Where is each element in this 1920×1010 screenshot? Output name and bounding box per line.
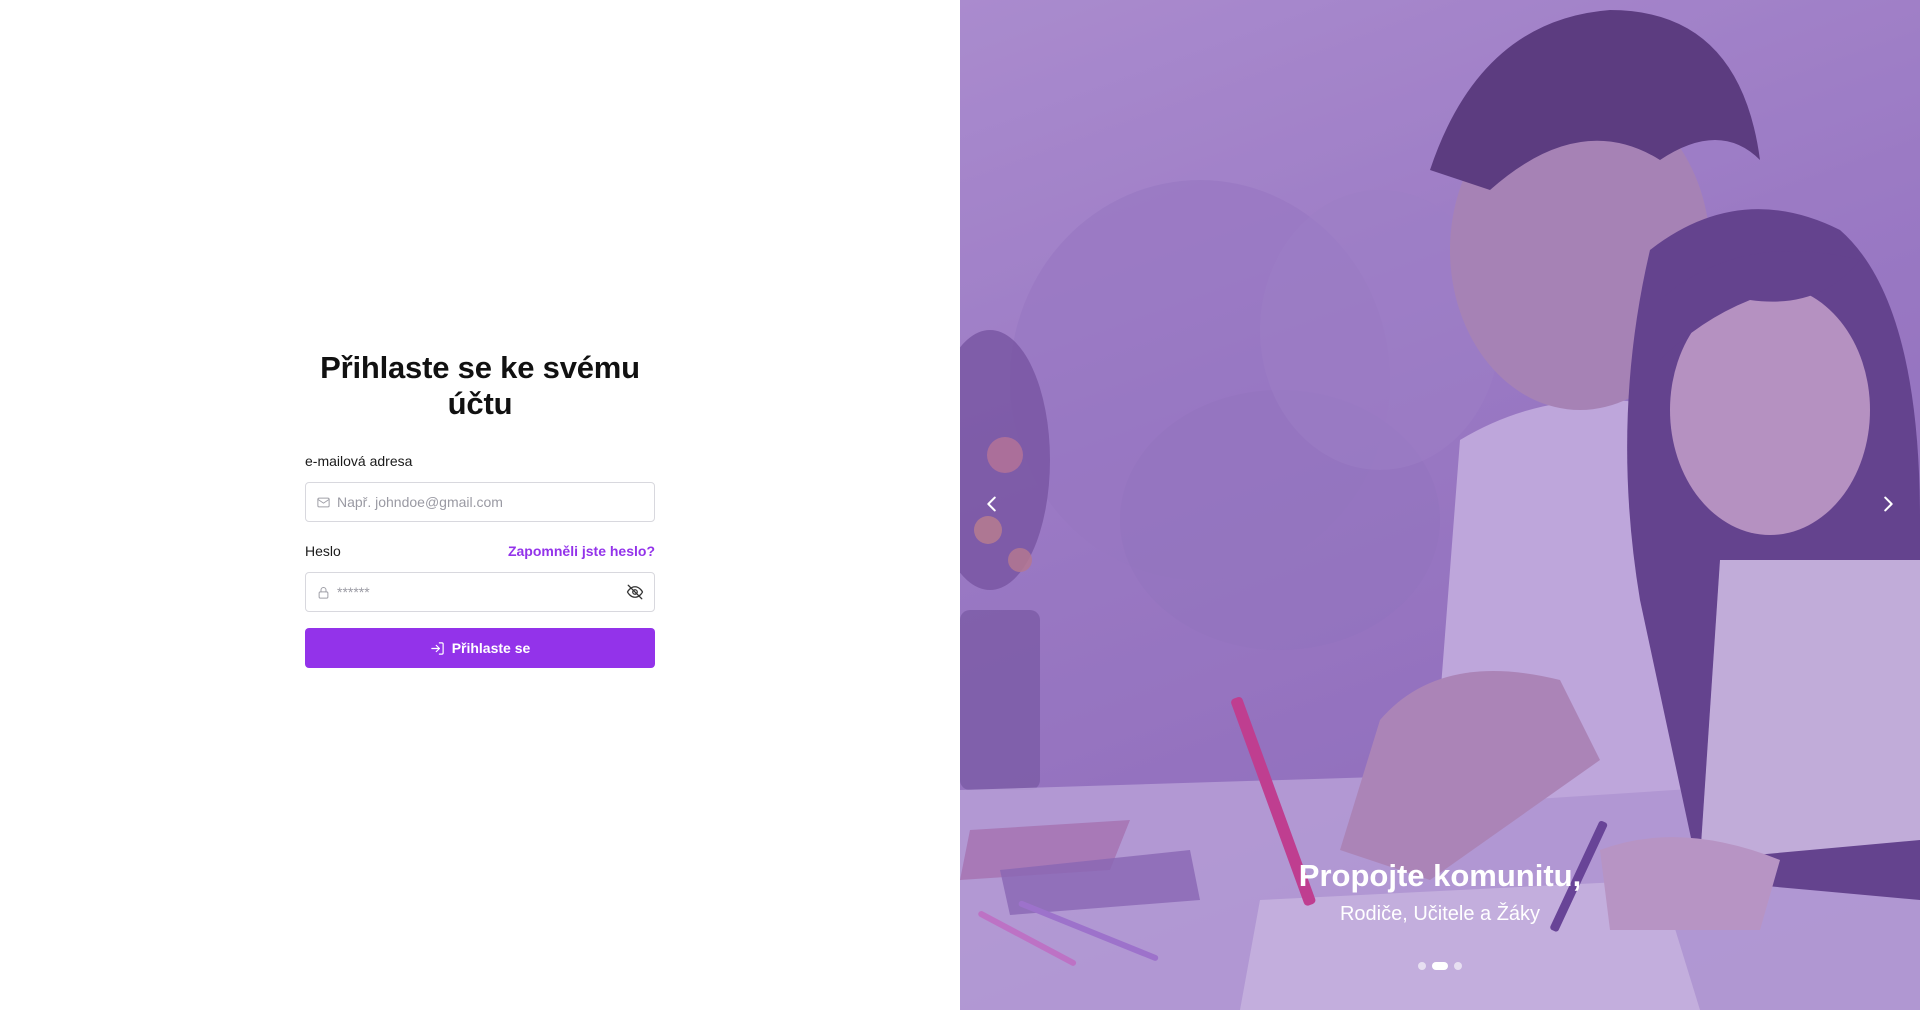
carousel-dot-2[interactable] [1432, 962, 1448, 970]
carousel-next-button[interactable] [1874, 490, 1902, 518]
login-button[interactable]: Přihlaste se [305, 628, 655, 668]
carousel-indicators [960, 962, 1920, 970]
login-form: Přihlaste se ke svému účtu e-mailová adr… [305, 350, 655, 668]
hero-carousel: Propojte komunitu, Rodiče, Učitele a Žák… [960, 0, 1920, 1010]
login-button-label: Přihlaste se [451, 640, 531, 656]
carousel-dot-3[interactable] [1454, 962, 1462, 970]
eye-off-icon[interactable] [626, 583, 644, 601]
password-field-wrapper [305, 572, 655, 612]
carousel-dot-1[interactable] [1418, 962, 1426, 970]
hero-subtitle: Rodiče, Učitele a Žáky [1339, 903, 1541, 925]
password-input[interactable] [337, 584, 626, 600]
chevron-left-icon [987, 496, 996, 512]
hero-title: Propojte komunitu, [1298, 858, 1582, 893]
email-field-wrapper [305, 482, 655, 522]
hero-caption: Propojte komunitu, Rodiče, Učitele a Žák… [960, 858, 1920, 926]
password-label-row: Heslo Zapomněli jste heslo? [305, 542, 655, 560]
password-label: Heslo [305, 543, 341, 559]
lock-icon [318, 586, 329, 599]
login-panel: Přihlaste se ke svému účtu e-mailová adr… [0, 0, 960, 1010]
carousel-prev-button[interactable] [978, 490, 1006, 518]
email-input[interactable] [337, 494, 644, 510]
mail-icon [317, 497, 330, 507]
log-in-icon [430, 641, 444, 655]
chevron-right-icon [1884, 496, 1893, 512]
forgot-password-link[interactable]: Zapomněli jste heslo? [508, 542, 655, 560]
email-label: e-mailová adresa [305, 453, 413, 469]
page-title: Přihlaste se ke svému účtu [320, 350, 640, 421]
login-page: Přihlaste se ke svému účtu e-mailová adr… [0, 0, 1920, 1010]
